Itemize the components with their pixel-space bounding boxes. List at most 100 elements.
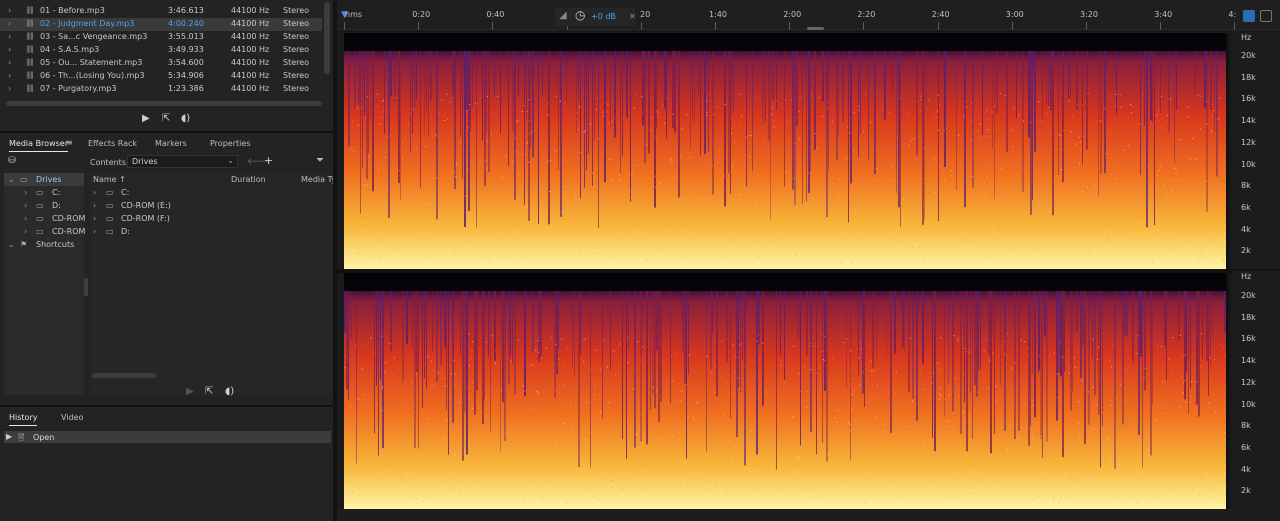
spectrogram-speckle xyxy=(1162,433,1164,435)
tree-item[interactable]: › ▭ CD-ROM xyxy=(4,212,85,225)
tab-video[interactable]: Video xyxy=(61,413,83,422)
spectrogram-speckle xyxy=(748,461,750,463)
spectrogram-speckle xyxy=(691,467,693,469)
expand-chevron-icon[interactable]: ⌄ xyxy=(8,175,15,184)
file-row[interactable]: › ||||| 03 - Sa...c Vengeance.mp3 3:55.013 4… xyxy=(0,31,322,44)
expand-chevron-icon[interactable]: › xyxy=(8,32,11,41)
export-icon[interactable]: ⇱ xyxy=(205,386,213,397)
filter-icon[interactable]: ⏷ xyxy=(316,155,324,166)
drive-icon[interactable]: ⛁ xyxy=(8,156,16,166)
gain-value[interactable]: +0 dB xyxy=(591,12,616,21)
list-item[interactable]: › ▭ CD-ROM (E:) xyxy=(90,199,333,212)
spectrogram-speckle xyxy=(613,433,614,435)
spectrogram-speckle xyxy=(1051,202,1052,204)
spectrogram-speckle xyxy=(1183,448,1185,450)
expand-chevron-icon[interactable]: › xyxy=(93,201,96,210)
spectrogram-speckle xyxy=(771,500,773,502)
zoom-navigator[interactable] xyxy=(807,27,824,30)
tab-markers[interactable]: Markers xyxy=(155,139,187,148)
files-scrollbar-vertical[interactable] xyxy=(324,2,330,74)
spectrogram-streak xyxy=(898,51,900,208)
add-shortcut-icon[interactable]: + xyxy=(264,154,273,167)
tree-item[interactable]: ⌄ ⚑ Shortcuts xyxy=(4,238,84,251)
spectrogram-streak xyxy=(614,51,616,138)
tree-splitter[interactable] xyxy=(84,278,88,296)
spectrogram-speckle xyxy=(1082,104,1084,106)
file-row[interactable]: › ||||| 06 - Th...(Losing You).mp3 5:34.906… xyxy=(0,70,322,83)
spectrogram-speckle xyxy=(1162,455,1164,457)
time-ruler[interactable]: ▼ hms 0:20 0:40 20 1:40 2:00 2:20 2:40 3:00 3:20… xyxy=(337,0,1280,30)
expand-chevron-icon[interactable]: › xyxy=(8,6,11,15)
tab-media-browser[interactable]: Media Browser xyxy=(9,139,68,152)
ruler-tick xyxy=(640,22,642,30)
gain-hud[interactable]: ◢ ◷ +0 dB xyxy=(555,8,635,26)
tab-properties[interactable]: Properties xyxy=(210,139,250,148)
spectrogram-speckle xyxy=(910,382,912,384)
spectrogram-speckle xyxy=(1079,474,1081,476)
ruler-tick xyxy=(1160,22,1162,30)
list-scrollbar-horizontal[interactable] xyxy=(92,373,156,378)
file-row[interactable]: › ||||| 02 - Judgment Day.mp3 4:00.240 44100… xyxy=(0,18,322,31)
expand-chevron-icon[interactable]: › xyxy=(8,19,11,28)
list-item[interactable]: › ▭ C: xyxy=(90,186,333,199)
spectrogram-speckle xyxy=(607,418,609,420)
expand-chevron-icon[interactable]: › xyxy=(8,84,11,93)
spectrogram-left-channel[interactable] xyxy=(344,33,1229,269)
contents-dropdown[interactable]: Drives ⌄ xyxy=(127,155,238,168)
column-name[interactable]: Name ↑ xyxy=(93,175,126,184)
file-row[interactable]: › ||||| 05 - Ou... Statement.mp3 3:54.600 44… xyxy=(0,57,322,70)
spectrogram-speckle xyxy=(511,161,513,163)
spectrogram-streak xyxy=(724,51,726,207)
autoplay-speaker-icon[interactable]: ◖) xyxy=(225,386,234,397)
expand-chevron-icon[interactable]: › xyxy=(93,214,96,223)
expand-chevron-icon[interactable]: › xyxy=(8,58,11,67)
spectrogram-speckle xyxy=(580,198,582,200)
expand-chevron-icon[interactable]: › xyxy=(8,71,11,80)
tree-item[interactable]: ⌄ ▭ Drives xyxy=(4,173,84,186)
spectrogram-speckle xyxy=(771,256,772,258)
spectrogram-streak xyxy=(366,51,368,180)
autoplay-speaker-icon[interactable]: ◖) xyxy=(181,113,190,124)
tab-history[interactable]: History xyxy=(9,413,38,426)
play-icon[interactable]: ▶ xyxy=(186,386,194,397)
list-item[interactable]: › ▭ D: xyxy=(90,225,333,238)
export-icon[interactable]: ⇱ xyxy=(162,113,170,124)
column-media-type[interactable]: Media Ty xyxy=(301,175,336,184)
panel-menu-icon[interactable]: ≡ xyxy=(66,138,73,147)
spectrogram-speckle xyxy=(398,458,400,460)
expand-chevron-icon[interactable]: › xyxy=(24,188,27,197)
spectrogram-speckle xyxy=(1014,484,1016,486)
play-icon[interactable]: ▶ xyxy=(142,113,150,124)
spectrogram-speckle xyxy=(347,404,349,406)
expand-chevron-icon[interactable]: › xyxy=(24,227,27,236)
tab-effects-rack[interactable]: Effects Rack xyxy=(88,139,137,148)
spectrogram-streak xyxy=(1206,291,1208,362)
tree-item[interactable]: › ▭ CD-ROM xyxy=(4,225,85,238)
expand-chevron-icon[interactable]: › xyxy=(8,45,11,54)
pin-icon[interactable]: ✕ xyxy=(629,12,636,21)
expand-chevron-icon[interactable]: › xyxy=(93,188,96,197)
column-duration[interactable]: Duration xyxy=(231,175,266,184)
file-row[interactable]: › ||||| 01 - Before.mp3 3:46.613 44100 Hz Ste… xyxy=(0,5,322,18)
history-item[interactable]: ▶ 🗎 Open xyxy=(4,431,331,443)
gain-knob-icon[interactable]: ◷ xyxy=(575,8,585,22)
tree-item[interactable]: › ▭ C: xyxy=(4,186,84,199)
spectrogram-streak xyxy=(374,291,375,434)
spectrogram-streak xyxy=(634,291,636,448)
list-item[interactable]: › ▭ CD-ROM (F:) xyxy=(90,212,333,225)
tree-item[interactable]: › ▭ D: xyxy=(4,199,84,212)
expand-chevron-icon[interactable]: › xyxy=(24,201,27,210)
spectrogram-speckle xyxy=(1019,176,1021,178)
files-scrollbar-horizontal[interactable] xyxy=(6,101,322,106)
expand-chevron-icon[interactable]: ⌄ xyxy=(8,240,15,249)
spectrogram-streak xyxy=(1038,291,1040,372)
headphones-icon[interactable] xyxy=(1243,10,1255,22)
spectrogram-speckle xyxy=(732,488,734,490)
expand-chevron-icon[interactable]: › xyxy=(24,214,27,223)
expand-chevron-icon[interactable]: › xyxy=(93,227,96,236)
file-row[interactable]: › ||||| 04 - S.A.S.mp3 3:49.933 44100 Hz Ster… xyxy=(0,44,322,57)
spectrogram-right-channel[interactable] xyxy=(344,273,1229,509)
file-row[interactable]: › ||||| 07 - Purgatory.mp3 1:23.386 44100 Hz… xyxy=(0,83,322,96)
zoom-fit-icon[interactable] xyxy=(1260,10,1272,22)
spectrogram-speckle xyxy=(780,258,781,260)
